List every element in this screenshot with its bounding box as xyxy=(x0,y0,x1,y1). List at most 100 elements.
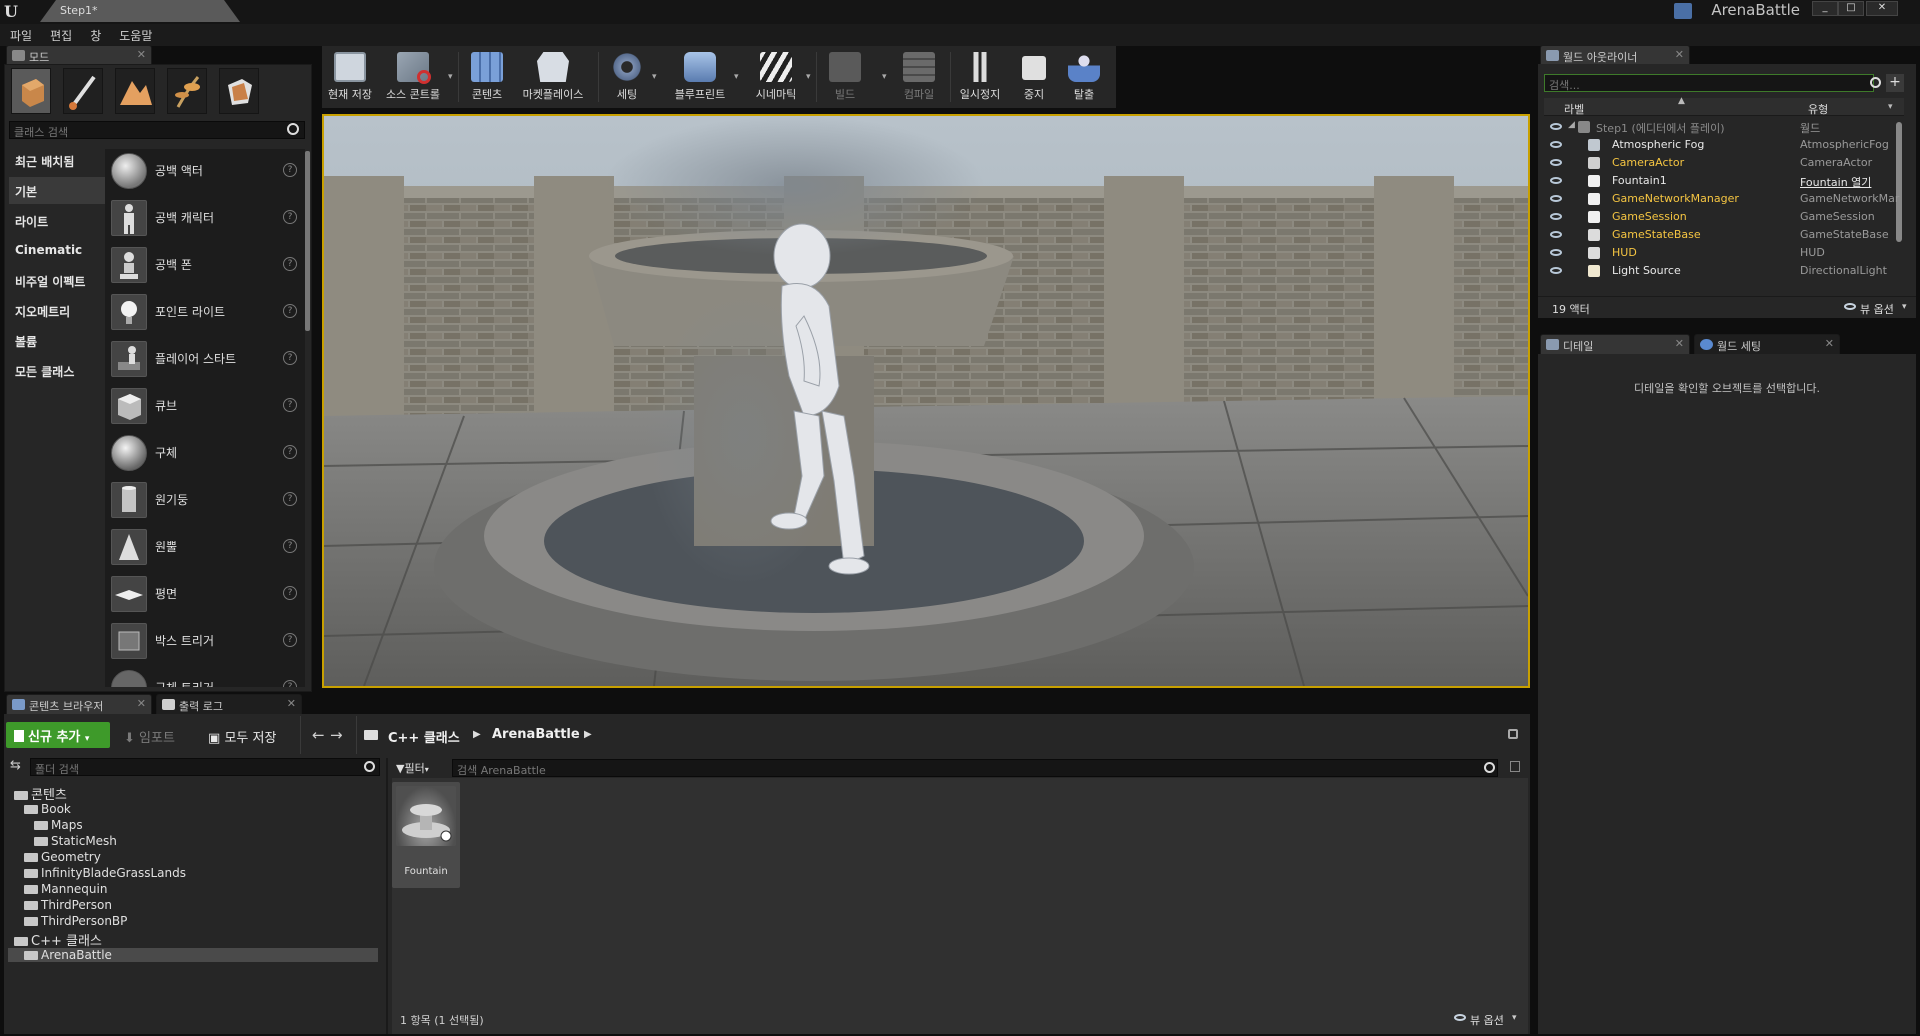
marketplace-button[interactable]: 마켓플레이스 xyxy=(516,48,590,106)
splitter[interactable] xyxy=(386,758,388,1034)
help-icon[interactable]: ? xyxy=(283,163,297,177)
category-volumes[interactable]: 볼륨 xyxy=(9,327,105,354)
expand-arrow-icon[interactable]: ◢ xyxy=(1568,120,1575,130)
sources-toggle-icon[interactable]: ⇆ xyxy=(6,758,26,776)
help-icon[interactable]: ? xyxy=(283,445,297,459)
tab-close-icon[interactable]: ✕ xyxy=(137,48,146,61)
folder-icon[interactable] xyxy=(364,730,378,740)
stop-button[interactable]: 중지 xyxy=(1012,48,1056,106)
blueprints-button[interactable]: 블루프린트 xyxy=(668,48,732,106)
visibility-eye-icon[interactable] xyxy=(1550,123,1562,130)
visibility-eye-icon[interactable] xyxy=(1550,159,1562,166)
category-geometry[interactable]: 지오메트리 xyxy=(9,297,105,324)
outliner-row[interactable]: Atmospheric Fog AtmosphericFog xyxy=(1538,136,1904,154)
breadcrumb-item[interactable]: C++ 클래스 xyxy=(388,727,460,746)
visibility-eye-icon[interactable] xyxy=(1550,213,1562,220)
build-button[interactable]: 빌드 xyxy=(822,48,868,106)
outliner-row[interactable]: GameNetworkManager GameNetworkMar xyxy=(1538,190,1904,208)
folder-search-input[interactable]: 폴더 검색 xyxy=(30,758,380,776)
outliner-search-input[interactable]: 검색... xyxy=(1544,74,1874,92)
help-icon[interactable]: ? xyxy=(283,586,297,600)
breadcrumb-separator-icon[interactable]: ▶ xyxy=(584,729,592,740)
level-viewport[interactable] xyxy=(322,114,1530,688)
tab-details[interactable]: 디테일 ✕ xyxy=(1540,334,1690,354)
menu-window[interactable]: 창 xyxy=(80,24,109,44)
add-new-button[interactable]: 신규 추가 ▾ xyxy=(6,722,110,748)
tab-world-settings[interactable]: 월드 세팅 ✕ xyxy=(1694,334,1840,354)
folder-tree-item[interactable]: Mannequin xyxy=(24,882,374,896)
category-recent[interactable]: 최근 배치됨 xyxy=(9,147,105,174)
list-item[interactable]: 구체 트리거? xyxy=(105,666,301,687)
maximize-icon[interactable]: □ xyxy=(1838,1,1864,16)
scrollbar[interactable] xyxy=(305,151,310,331)
visibility-eye-icon[interactable] xyxy=(1550,267,1562,274)
outliner-root-row[interactable]: ◢ Step1 (에디터에서 플레이) 월드 xyxy=(1538,118,1904,136)
list-item[interactable]: 공백 캐릭터? xyxy=(105,196,301,240)
category-basic[interactable]: 기본 xyxy=(9,177,105,204)
asset-view-options[interactable]: 뷰 옵션 xyxy=(1470,1012,1504,1028)
tab-close-icon[interactable]: ✕ xyxy=(287,697,296,710)
outliner-row[interactable]: GameSession GameSession xyxy=(1538,208,1904,226)
source-control-button[interactable]: 소스 콘트롤 xyxy=(380,48,446,106)
help-icon[interactable]: ? xyxy=(283,633,297,647)
tab-close-icon[interactable]: ✕ xyxy=(1825,337,1834,350)
save-current-button[interactable]: 현재 저장 xyxy=(324,48,376,106)
folder-tree-item[interactable]: StaticMesh xyxy=(34,834,374,848)
outliner-row[interactable]: Fountain1 Fountain 열기 xyxy=(1538,172,1904,190)
outliner-row[interactable]: HUD HUD xyxy=(1538,244,1904,262)
chevron-down-icon[interactable]: ▾ xyxy=(1512,1013,1517,1023)
landscape-mode-icon[interactable] xyxy=(115,68,155,114)
column-dropdown-icon[interactable]: ▾ xyxy=(1888,102,1893,112)
folder-tree-item[interactable]: C++ 클래스 xyxy=(14,930,374,949)
outliner-row[interactable]: CameraActor CameraActor xyxy=(1538,154,1904,172)
asset-tile-fountain[interactable]: Fountain xyxy=(392,782,460,888)
tab-world-outliner[interactable]: 월드 아웃라이너 ✕ xyxy=(1540,45,1690,65)
tab-close-icon[interactable]: ✕ xyxy=(1675,48,1684,61)
save-search-icon[interactable] xyxy=(1510,761,1520,772)
folder-tree-item[interactable]: Book xyxy=(24,802,374,816)
folder-tree-item[interactable]: Maps xyxy=(34,818,374,832)
list-item[interactable]: 원뿔? xyxy=(105,525,301,569)
tab-content-browser[interactable]: 콘텐츠 브라우저 ✕ xyxy=(6,694,152,714)
list-item[interactable]: 공백 액터? xyxy=(105,149,301,193)
menu-help[interactable]: 도움말 xyxy=(109,24,160,44)
settings-button[interactable]: 세팅 xyxy=(604,48,650,106)
menu-edit[interactable]: 편집 xyxy=(40,24,80,44)
settings-dropdown-icon[interactable]: ▾ xyxy=(652,72,657,82)
close-icon[interactable]: ✕ xyxy=(1866,1,1898,16)
outliner-row[interactable]: GameStateBase GameStateBase xyxy=(1538,226,1904,244)
geometry-mode-icon[interactable] xyxy=(219,68,259,114)
eject-button[interactable]: 탈출 xyxy=(1062,48,1106,106)
help-icon[interactable]: ? xyxy=(283,257,297,271)
place-mode-icon[interactable] xyxy=(11,68,51,114)
help-icon[interactable]: ? xyxy=(283,351,297,365)
lock-icon[interactable] xyxy=(1508,729,1518,739)
column-label-header[interactable]: 라벨 xyxy=(1564,101,1584,117)
category-all-classes[interactable]: 모든 클래스 xyxy=(9,357,105,384)
folder-tree-item[interactable]: ArenaBattle xyxy=(8,948,378,962)
list-item[interactable]: 구체? xyxy=(105,431,301,475)
list-item[interactable]: 공백 폰? xyxy=(105,243,301,287)
visibility-eye-icon[interactable] xyxy=(1550,195,1562,202)
save-all-button[interactable]: ▣ 모두 저장 xyxy=(208,727,276,746)
chevron-down-icon[interactable]: ▾ xyxy=(1902,302,1907,312)
list-item[interactable]: 원기둥? xyxy=(105,478,301,522)
help-icon[interactable]: ? xyxy=(283,210,297,224)
class-search-input[interactable]: 클래스 검색 xyxy=(9,121,305,139)
folder-tree-item[interactable]: Geometry xyxy=(24,850,374,864)
visibility-eye-icon[interactable] xyxy=(1550,177,1562,184)
filter-button[interactable]: ▼필터▾ xyxy=(396,760,429,776)
tab-modes[interactable]: 모드 ✕ xyxy=(6,45,152,65)
outliner-row[interactable]: Light Source DirectionalLight xyxy=(1538,262,1904,280)
cinematics-button[interactable]: 시네마틱 xyxy=(748,48,804,106)
list-item[interactable]: 큐브? xyxy=(105,384,301,428)
document-tab[interactable]: Step1* xyxy=(40,0,240,22)
unreal-logo-icon[interactable]: U xyxy=(4,2,26,22)
category-cinematic[interactable]: Cinematic xyxy=(9,237,105,264)
list-item[interactable]: 플레이어 스타트? xyxy=(105,337,301,381)
forward-arrow-icon[interactable]: → xyxy=(330,726,343,744)
add-actor-icon[interactable]: + xyxy=(1886,74,1904,92)
tab-close-icon[interactable]: ✕ xyxy=(1675,337,1684,350)
folder-tree-item[interactable]: ThirdPersonBP xyxy=(24,914,374,928)
folder-tree-item[interactable]: InfinityBladeGrassLands xyxy=(24,866,374,880)
